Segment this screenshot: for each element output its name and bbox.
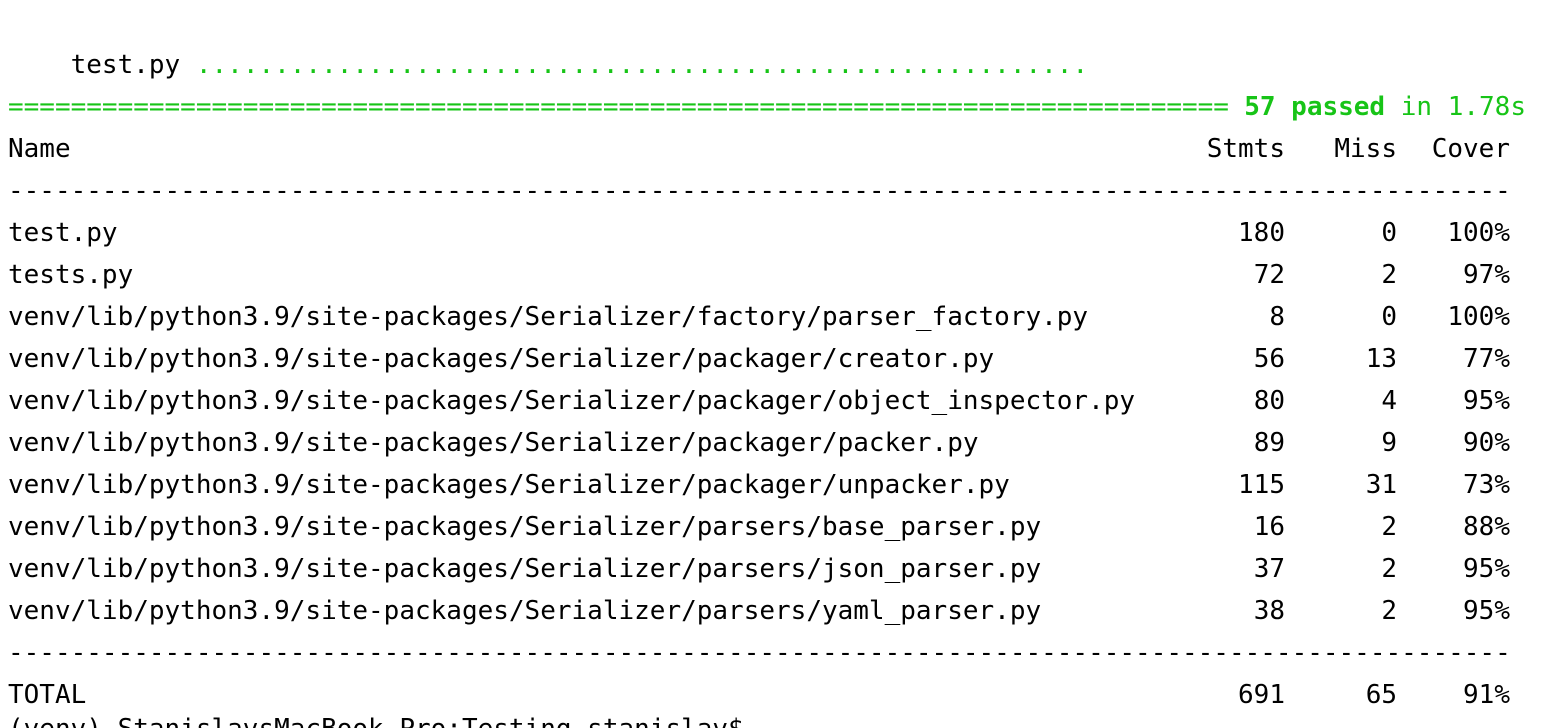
coverage-row: venv/lib/python3.9/site-packages/Seriali… <box>8 380 1510 422</box>
header-miss: Miss <box>1334 134 1397 164</box>
row-file-name: venv/lib/python3.9/site-packages/Seriali… <box>8 512 1042 542</box>
row-miss: 2 <box>1381 512 1397 542</box>
coverage-rule-bottom: ----------------------------------------… <box>8 638 1510 668</box>
coverage-row: venv/lib/python3.9/site-packages/Seriali… <box>8 338 1510 380</box>
row-file-name: venv/lib/python3.9/site-packages/Seriali… <box>8 302 1089 332</box>
row-stmts: 38 <box>1253 596 1285 626</box>
row-miss: 0 <box>1381 218 1397 248</box>
row-stmts: 115 <box>1238 470 1285 500</box>
test-progress-line: test.py ................................… <box>8 2 1088 80</box>
coverage-row: venv/lib/python3.9/site-packages/Seriali… <box>8 296 1510 338</box>
coverage-rule-top: ----------------------------------------… <box>8 176 1510 206</box>
row-cover: 100% <box>1447 302 1510 332</box>
row-stmts: 72 <box>1253 260 1285 290</box>
row-stmts: 16 <box>1253 512 1285 542</box>
row-cover: 95% <box>1463 596 1510 626</box>
row-cover: 95% <box>1463 386 1510 416</box>
row-stmts: 80 <box>1253 386 1285 416</box>
row-cover: 73% <box>1463 470 1510 500</box>
coverage-header-row: Name Stmts Miss Cover <box>8 128 1510 170</box>
row-miss: 9 <box>1381 428 1397 458</box>
test-file-name: test.py <box>70 50 181 80</box>
passed-count: 57 passed <box>1244 92 1386 122</box>
coverage-row: venv/lib/python3.9/site-packages/Seriali… <box>8 464 1510 506</box>
row-file-name: venv/lib/python3.9/site-packages/Seriali… <box>8 386 1136 416</box>
row-miss: 13 <box>1365 344 1397 374</box>
summary-in: in <box>1400 92 1433 122</box>
row-file-name: venv/lib/python3.9/site-packages/Seriali… <box>8 554 1042 584</box>
row-miss: 2 <box>1381 596 1397 626</box>
total-cover: 91% <box>1463 680 1510 710</box>
row-stmts: 56 <box>1253 344 1285 374</box>
row-file-name: tests.py <box>8 260 134 290</box>
total-miss: 65 <box>1365 680 1397 710</box>
coverage-row: test.py 180 0 100% <box>8 212 1510 254</box>
row-file-name: test.py <box>8 218 118 248</box>
row-cover: 100% <box>1447 218 1510 248</box>
row-stmts: 180 <box>1238 218 1285 248</box>
test-duration: 1.78s <box>1447 92 1526 122</box>
coverage-row: venv/lib/python3.9/site-packages/Seriali… <box>8 506 1510 548</box>
row-file-name: venv/lib/python3.9/site-packages/Seriali… <box>8 596 1042 626</box>
coverage-row: venv/lib/python3.9/site-packages/Seriali… <box>8 422 1510 464</box>
row-file-name: venv/lib/python3.9/site-packages/Seriali… <box>8 428 979 458</box>
row-miss: 2 <box>1381 554 1397 584</box>
row-miss: 31 <box>1365 470 1397 500</box>
row-stmts: 8 <box>1269 302 1285 332</box>
coverage-row: venv/lib/python3.9/site-packages/Seriali… <box>8 548 1510 590</box>
coverage-row: tests.py 72 2 97% <box>8 254 1510 296</box>
row-stmts: 89 <box>1253 428 1285 458</box>
row-file-name: venv/lib/python3.9/site-packages/Seriali… <box>8 344 995 374</box>
row-file-name: venv/lib/python3.9/site-packages/Seriali… <box>8 470 1010 500</box>
header-stmts: Stmts <box>1206 134 1285 164</box>
row-cover: 90% <box>1463 428 1510 458</box>
test-summary-line: ========================================… <box>8 86 1526 128</box>
summary-separator: ========================================… <box>8 92 1228 122</box>
row-cover: 97% <box>1463 260 1510 290</box>
row-miss: 0 <box>1381 302 1397 332</box>
row-cover: 77% <box>1463 344 1510 374</box>
shell-prompt[interactable]: (venv) StanislavsMacBook-Pro:Testing sta… <box>8 708 744 728</box>
row-stmts: 37 <box>1253 554 1285 584</box>
row-cover: 88% <box>1463 512 1510 542</box>
row-cover: 95% <box>1463 554 1510 584</box>
coverage-row: venv/lib/python3.9/site-packages/Seriali… <box>8 590 1510 632</box>
summary-result: 57 passed in 1.78s <box>1244 86 1526 128</box>
header-name: Name <box>8 134 71 164</box>
row-miss: 2 <box>1381 260 1397 290</box>
row-miss: 4 <box>1381 386 1397 416</box>
test-progress-dots: ........................................… <box>195 50 1089 80</box>
terminal-window[interactable]: test.py ................................… <box>0 0 1542 728</box>
header-cover: Cover <box>1431 134 1510 164</box>
total-stmts: 691 <box>1238 680 1285 710</box>
